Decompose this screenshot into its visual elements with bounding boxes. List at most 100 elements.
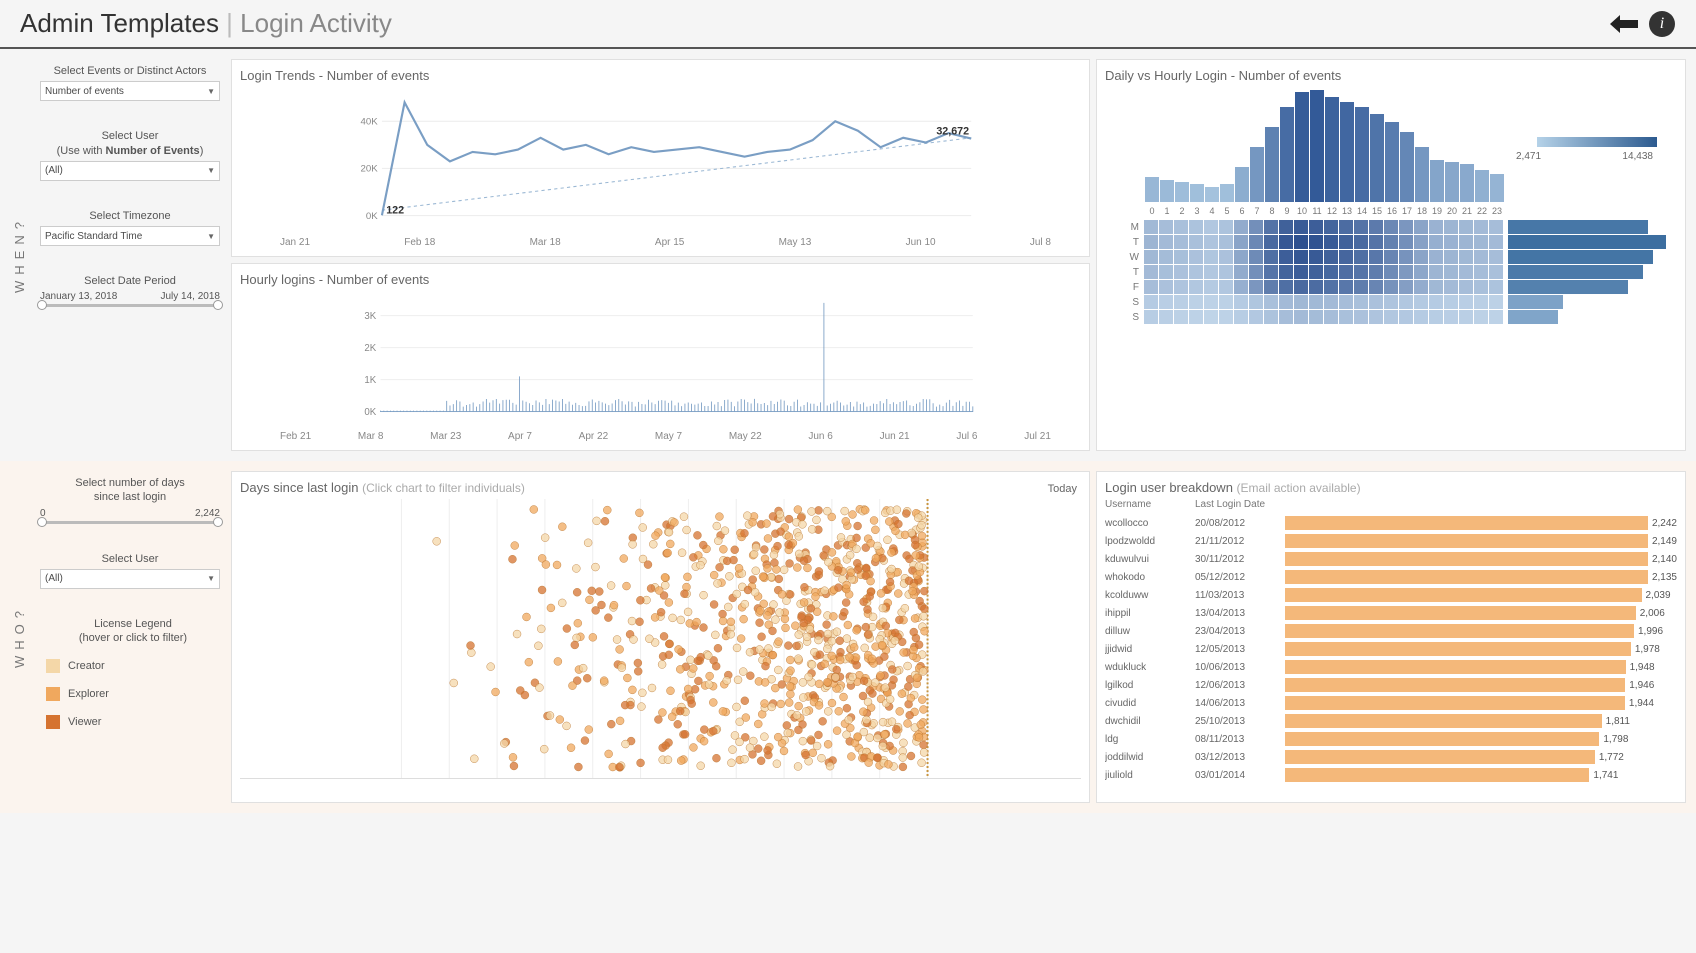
heatmap-cell[interactable] — [1294, 250, 1308, 264]
heatmap-cell[interactable] — [1144, 220, 1158, 234]
heatmap-cell[interactable] — [1474, 310, 1488, 324]
heatmap-cell[interactable] — [1399, 220, 1413, 234]
breakdown-row[interactable]: wdukluck10/06/20131,948 — [1105, 658, 1677, 676]
hour-bar[interactable] — [1190, 184, 1204, 202]
heatmap-cell[interactable] — [1174, 310, 1188, 324]
heatmap-grid[interactable]: MTWTFSS — [1105, 220, 1677, 324]
heatmap-cell[interactable] — [1339, 220, 1353, 234]
heatmap-cell[interactable] — [1474, 280, 1488, 294]
info-icon[interactable]: i — [1648, 10, 1676, 38]
heatmap-cell[interactable] — [1339, 265, 1353, 279]
heatmap-cell[interactable] — [1459, 250, 1473, 264]
heatmap-cell[interactable] — [1354, 250, 1368, 264]
hour-bar[interactable] — [1430, 160, 1444, 202]
hour-bar[interactable] — [1205, 187, 1219, 202]
back-arrow-icon[interactable] — [1610, 10, 1638, 38]
heatmap-cell[interactable] — [1324, 295, 1338, 309]
login-trends-chart[interactable]: 0K20K40K12232,672 — [240, 87, 1081, 237]
heatmap-cell[interactable] — [1234, 280, 1248, 294]
heatmap-cell[interactable] — [1204, 280, 1218, 294]
heatmap-cell[interactable] — [1279, 280, 1293, 294]
heatmap-cell[interactable] — [1219, 220, 1233, 234]
heatmap-cell[interactable] — [1279, 310, 1293, 324]
heatmap-cell[interactable] — [1474, 295, 1488, 309]
heatmap-cell[interactable] — [1189, 310, 1203, 324]
legend-item[interactable]: Creator — [46, 659, 220, 673]
heatmap-cell[interactable] — [1324, 265, 1338, 279]
heatmap-cell[interactable] — [1309, 295, 1323, 309]
heatmap-cell[interactable] — [1219, 250, 1233, 264]
hour-bar[interactable] — [1370, 114, 1384, 202]
heatmap-cell[interactable] — [1399, 265, 1413, 279]
heatmap-cell[interactable] — [1264, 220, 1278, 234]
heatmap-cell[interactable] — [1384, 310, 1398, 324]
tz-dropdown[interactable]: Pacific Standard Time ▼ — [40, 226, 220, 246]
heatmap-cell[interactable] — [1384, 220, 1398, 234]
heatmap-cell[interactable] — [1339, 280, 1353, 294]
heatmap-cell[interactable] — [1219, 280, 1233, 294]
slider-handle-left[interactable] — [37, 300, 47, 310]
legend-item[interactable]: Viewer — [46, 715, 220, 729]
heatmap-cell[interactable] — [1444, 280, 1458, 294]
hour-bar[interactable] — [1250, 147, 1264, 202]
heatmap-cell[interactable] — [1219, 295, 1233, 309]
heatmap-cell[interactable] — [1489, 220, 1503, 234]
heatmap-cell[interactable] — [1279, 220, 1293, 234]
heatmap-cell[interactable] — [1219, 235, 1233, 249]
slider-handle-right[interactable] — [213, 300, 223, 310]
heatmap-cell[interactable] — [1294, 235, 1308, 249]
heatmap-cell[interactable] — [1144, 235, 1158, 249]
heatmap-cell[interactable] — [1369, 220, 1383, 234]
heatmap-cell[interactable] — [1369, 295, 1383, 309]
hour-bar[interactable] — [1280, 107, 1294, 202]
heatmap-cell[interactable] — [1399, 250, 1413, 264]
heatmap-cell[interactable] — [1489, 250, 1503, 264]
heatmap-cell[interactable] — [1219, 265, 1233, 279]
heatmap-cell[interactable] — [1339, 310, 1353, 324]
heatmap-cell[interactable] — [1354, 235, 1368, 249]
heatmap-cell[interactable] — [1294, 310, 1308, 324]
day-bar[interactable] — [1508, 280, 1628, 294]
heatmap-cell[interactable] — [1264, 265, 1278, 279]
heatmap-cell[interactable] — [1264, 310, 1278, 324]
breakdown-row[interactable]: joddilwid03/12/20131,772 — [1105, 748, 1677, 766]
heatmap-cell[interactable] — [1189, 295, 1203, 309]
day-bar[interactable] — [1508, 265, 1643, 279]
heatmap-cell[interactable] — [1489, 280, 1503, 294]
heatmap-cell[interactable] — [1324, 235, 1338, 249]
heatmap-cell[interactable] — [1309, 280, 1323, 294]
heatmap-cell[interactable] — [1189, 220, 1203, 234]
heatmap-cell[interactable] — [1429, 250, 1443, 264]
heatmap-cell[interactable] — [1279, 295, 1293, 309]
heatmap-cell[interactable] — [1459, 280, 1473, 294]
heatmap-cell[interactable] — [1279, 235, 1293, 249]
heatmap-cell[interactable] — [1324, 220, 1338, 234]
hour-bar[interactable] — [1460, 164, 1474, 202]
heatmap-cell[interactable] — [1444, 235, 1458, 249]
heatmap-cell[interactable] — [1234, 220, 1248, 234]
heatmap-cell[interactable] — [1384, 235, 1398, 249]
heatmap-cell[interactable] — [1399, 295, 1413, 309]
hour-bar[interactable] — [1400, 132, 1414, 202]
heatmap-cell[interactable] — [1324, 280, 1338, 294]
heatmap-cell[interactable] — [1189, 265, 1203, 279]
breakdown-row[interactable]: kcolduww11/03/20132,039 — [1105, 586, 1677, 604]
heatmap-cell[interactable] — [1414, 235, 1428, 249]
heatmap-cell[interactable] — [1264, 295, 1278, 309]
breakdown-row[interactable]: kduwulvui30/11/20122,140 — [1105, 550, 1677, 568]
heatmap-cell[interactable] — [1459, 295, 1473, 309]
heatmap-cell[interactable] — [1249, 235, 1263, 249]
heatmap-cell[interactable] — [1159, 310, 1173, 324]
heatmap-cell[interactable] — [1369, 265, 1383, 279]
heatmap-cell[interactable] — [1234, 295, 1248, 309]
heatmap-cell[interactable] — [1204, 235, 1218, 249]
heatmap-cell[interactable] — [1414, 265, 1428, 279]
heatmap-cell[interactable] — [1459, 265, 1473, 279]
hourly-chart[interactable]: 0K1K2K3K — [240, 291, 1081, 431]
heatmap-cell[interactable] — [1339, 250, 1353, 264]
heatmap-cell[interactable] — [1204, 265, 1218, 279]
heatmap-cell[interactable] — [1294, 295, 1308, 309]
heatmap-cell[interactable] — [1249, 280, 1263, 294]
heatmap-cell[interactable] — [1204, 220, 1218, 234]
hour-bar[interactable] — [1160, 180, 1174, 202]
